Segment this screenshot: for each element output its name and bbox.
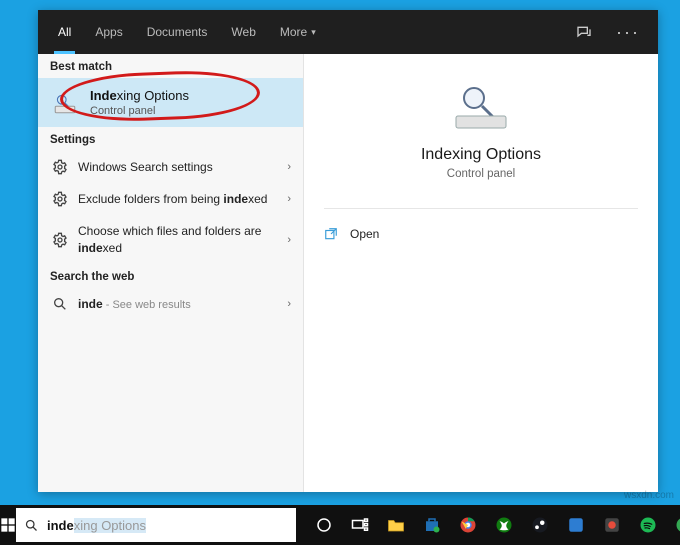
settings-item-label: Windows Search settings bbox=[78, 159, 277, 175]
settings-item-windows-search[interactable]: Windows Search settings › bbox=[38, 151, 303, 183]
section-label-best-match: Best match bbox=[38, 54, 303, 78]
indexing-options-large-icon bbox=[452, 82, 510, 132]
chevron-right-icon: › bbox=[287, 298, 291, 310]
settings-item-exclude-folders[interactable]: Exclude folders from being indexed › bbox=[38, 183, 303, 215]
results-left-column: Best match Indexing Options Control pane… bbox=[38, 54, 304, 492]
settings-item-choose-files[interactable]: Choose which files and folders are index… bbox=[38, 215, 303, 263]
app-icon-1[interactable] bbox=[558, 505, 594, 545]
settings-item-label: Exclude folders from being indexed bbox=[78, 191, 277, 207]
gear-icon bbox=[52, 191, 68, 207]
web-search-item[interactable]: inde - See web results › bbox=[38, 288, 303, 320]
preview-subtitle: Control panel bbox=[447, 168, 515, 180]
preview-open-label: Open bbox=[350, 227, 379, 241]
start-button[interactable] bbox=[0, 505, 16, 545]
task-view-icon[interactable] bbox=[342, 505, 378, 545]
spotify-icon[interactable] bbox=[630, 505, 666, 545]
result-preview-pane: Indexing Options Control panel Open bbox=[304, 54, 658, 492]
taskbar-search-box[interactable]: indexing Options bbox=[16, 508, 296, 542]
gear-icon bbox=[52, 232, 68, 248]
tab-more[interactable]: More▾ bbox=[268, 10, 328, 54]
gear-icon bbox=[52, 159, 68, 175]
chevron-down-icon: ▾ bbox=[311, 27, 316, 38]
feedback-icon[interactable] bbox=[570, 18, 598, 46]
best-match-result[interactable]: Indexing Options Control panel bbox=[38, 78, 303, 127]
microsoft-store-icon[interactable] bbox=[414, 505, 450, 545]
tab-all[interactable]: All bbox=[46, 10, 83, 54]
taskbar-pinned-apps bbox=[306, 505, 680, 545]
tabs-right-area: ··· bbox=[570, 18, 650, 46]
steam-icon[interactable] bbox=[522, 505, 558, 545]
tab-apps[interactable]: Apps bbox=[83, 10, 134, 54]
cortana-icon[interactable] bbox=[306, 505, 342, 545]
chevron-right-icon: › bbox=[287, 234, 291, 246]
search-icon bbox=[24, 518, 39, 533]
xbox-icon[interactable] bbox=[486, 505, 522, 545]
chevron-right-icon: › bbox=[287, 193, 291, 205]
preview-title: Indexing Options bbox=[421, 146, 541, 164]
search-panel-body: Best match Indexing Options Control pane… bbox=[38, 54, 658, 492]
settings-item-label: Choose which files and folders are index… bbox=[78, 223, 277, 255]
tab-documents[interactable]: Documents bbox=[135, 10, 220, 54]
indexing-options-icon bbox=[52, 90, 78, 116]
chrome-icon[interactable] bbox=[450, 505, 486, 545]
tab-web[interactable]: Web bbox=[219, 10, 267, 54]
web-item-label: inde - See web results bbox=[78, 297, 277, 311]
chevron-right-icon: › bbox=[287, 161, 291, 173]
best-match-text: Indexing Options Control panel bbox=[90, 88, 189, 117]
app-icon-3[interactable] bbox=[666, 505, 680, 545]
open-icon bbox=[324, 227, 338, 241]
preview-divider bbox=[324, 208, 638, 209]
taskbar: indexing Options bbox=[0, 505, 680, 545]
windows-search-panel: All Apps Documents Web More▾ ··· Best ma… bbox=[38, 10, 658, 492]
app-icon-2[interactable] bbox=[594, 505, 630, 545]
file-explorer-icon[interactable] bbox=[378, 505, 414, 545]
windows-logo-icon bbox=[0, 517, 16, 533]
section-label-search-web: Search the web bbox=[38, 264, 303, 288]
search-typed-text: inde bbox=[47, 518, 74, 533]
preview-open-action[interactable]: Open bbox=[304, 221, 399, 247]
more-options-icon[interactable]: ··· bbox=[614, 18, 642, 46]
search-completion-text: xing Options bbox=[74, 518, 146, 533]
search-tabs-bar: All Apps Documents Web More▾ ··· bbox=[38, 10, 658, 54]
search-icon bbox=[52, 296, 68, 312]
section-label-settings: Settings bbox=[38, 127, 303, 151]
